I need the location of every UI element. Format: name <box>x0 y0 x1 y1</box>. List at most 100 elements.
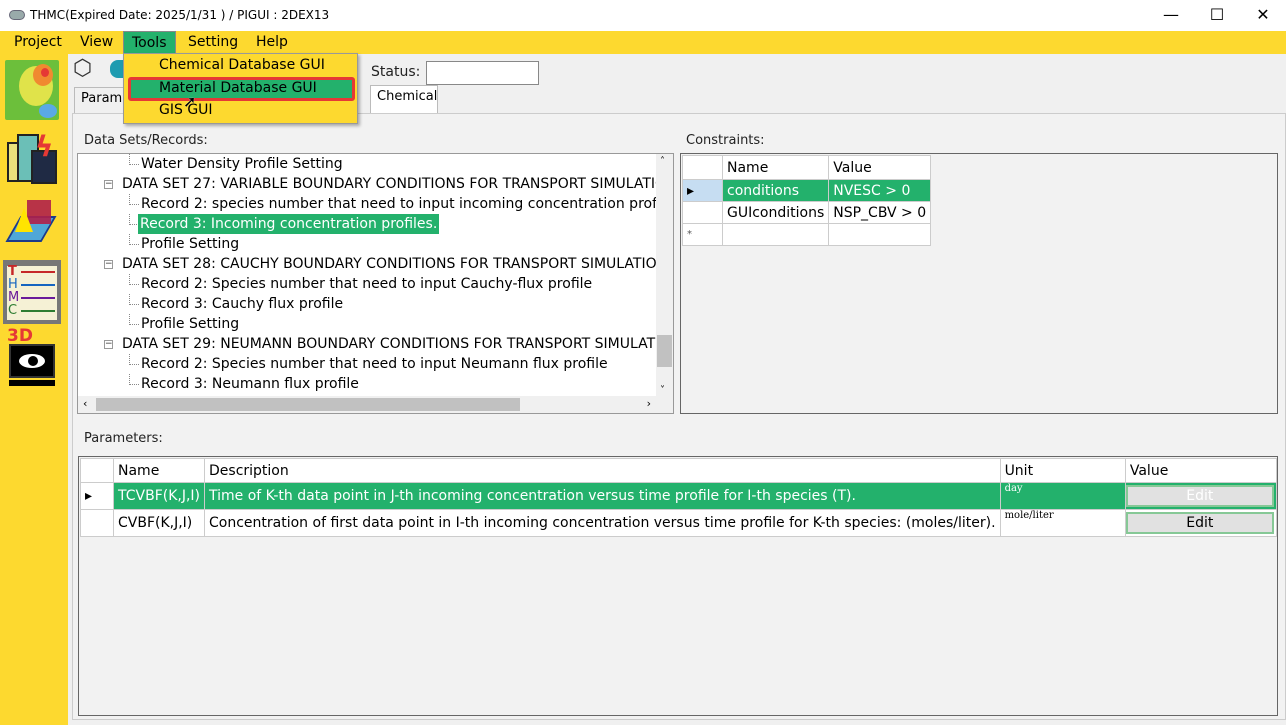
menu-tools[interactable]: Tools <box>123 31 176 54</box>
constraint-name[interactable]: conditions <box>721 179 830 202</box>
maximize-button[interactable]: ☐ <box>1194 4 1240 26</box>
scroll-left-icon[interactable]: ‹ <box>83 397 87 410</box>
tree-node-record[interactable]: Record 3: Incoming concentration profile… <box>138 214 440 234</box>
tree-line <box>129 304 139 305</box>
menu-view[interactable]: View <box>72 31 121 54</box>
tree-line <box>129 204 139 205</box>
column-header-name[interactable]: Name <box>112 458 206 483</box>
tree-node-record[interactable]: Record 3: Neumann flux profile <box>141 374 359 394</box>
horizontal-scrollbar[interactable]: ‹ › <box>78 396 673 413</box>
column-header-unit[interactable]: Unit <box>999 458 1126 483</box>
tree-node-record[interactable]: Record 3: Cauchy flux profile <box>141 294 343 314</box>
menu-project[interactable]: Project <box>6 31 70 54</box>
tree-line <box>129 314 130 325</box>
window-title: THMC(Expired Date: 2025/1/31 ) / PIGUI :… <box>30 8 330 22</box>
menu-bar: Project View Tools Setting Help <box>0 31 1286 54</box>
parameters-label: Parameters: <box>84 431 163 446</box>
edit-button[interactable]: Edit <box>1125 512 1274 534</box>
tree-line <box>129 384 139 385</box>
tab-chemical[interactable]: Chemical <box>370 85 438 114</box>
constraint-value[interactable]: NVESC > 0 <box>828 179 932 202</box>
scrollbar-thumb[interactable] <box>96 398 520 411</box>
constraints-label: Constraints: <box>686 133 765 148</box>
scroll-right-icon[interactable]: › <box>647 397 651 410</box>
param-unit[interactable]: day <box>999 482 1126 510</box>
menu-item-chemical-database-gui[interactable]: Chemical Database GUI <box>159 54 325 76</box>
tree-node-record[interactable]: Profile Setting <box>141 234 239 254</box>
row-header[interactable] <box>80 509 114 537</box>
constraints-grid: Name Value ▸ conditions NVESC > 0 GUIcondit… <box>680 153 1278 414</box>
row-pointer-icon[interactable]: ▸ <box>80 482 114 510</box>
menu-setting[interactable]: Setting <box>180 31 246 54</box>
edit-button[interactable]: Edit <box>1125 485 1274 507</box>
tree-node-record[interactable]: Record 2: Species number that need to in… <box>141 274 592 294</box>
tree-node-record[interactable]: Record 2: species number that need to in… <box>141 194 673 214</box>
mouse-cursor-icon: ➚ <box>183 92 197 111</box>
table-row[interactable]: ▸ conditions NVESC > 0 <box>682 179 932 202</box>
column-header-value[interactable]: Value <box>828 155 932 180</box>
new-row-marker: * <box>682 223 723 246</box>
constraints-table: Name Value ▸ conditions NVESC > 0 GUIcondit… <box>682 155 932 246</box>
app-icon <box>9 10 25 20</box>
row-pointer-icon[interactable]: ▸ <box>682 179 723 202</box>
scroll-down-icon[interactable]: ˅ <box>660 385 665 396</box>
tool-icon[interactable] <box>110 60 124 78</box>
new-row-cell[interactable] <box>721 223 830 246</box>
status-field[interactable] <box>426 61 539 85</box>
tree-node-record[interactable]: Record 2: Species number that need to in… <box>141 354 608 374</box>
tree-line <box>129 324 139 325</box>
tree-node-dataset[interactable]: DATA SET 29: NEUMANN BOUNDARY CONDITIONS… <box>122 334 670 354</box>
constraint-value[interactable]: NSP_CBV > 0 <box>828 201 932 224</box>
mesh-icon[interactable] <box>5 198 59 258</box>
contour-map-icon[interactable] <box>5 60 59 120</box>
scrollbar-thumb[interactable] <box>657 335 672 367</box>
param-description[interactable]: Concentration of first data point in I-t… <box>204 509 1001 537</box>
datasets-label: Data Sets/Records: <box>84 133 208 148</box>
title-bar: THMC(Expired Date: 2025/1/31 ) / PIGUI :… <box>0 0 1286 31</box>
new-row[interactable]: * <box>682 223 932 246</box>
tree-line <box>129 294 130 305</box>
minimize-button[interactable]: — <box>1148 4 1194 26</box>
tree-line <box>129 194 130 205</box>
tree-line <box>129 364 139 365</box>
status-label: Status: <box>371 64 421 80</box>
tree-line <box>129 284 139 285</box>
thmc-sliders-icon[interactable]: T H M C <box>3 260 61 324</box>
table-row[interactable]: CVBF(K,J,I) Concentration of first data p… <box>80 509 1278 537</box>
new-row-cell[interactable] <box>828 223 932 246</box>
database-icon[interactable]: ϟ <box>5 130 59 190</box>
tree-node-record[interactable]: Water Density Profile Setting <box>141 154 343 174</box>
3d-viewer-icon[interactable]: 3D <box>5 326 59 390</box>
table-row[interactable]: ▸ TCVBF(K,J,I) Time of K-th data point in … <box>80 482 1278 510</box>
collapse-toggle-icon[interactable]: − <box>104 340 113 349</box>
tree-line <box>129 154 130 165</box>
vertical-scrollbar[interactable]: ˄ ˅ <box>656 154 673 398</box>
molecule-icon[interactable]: ⬡ <box>73 58 92 80</box>
table-row[interactable]: GUIconditions NSP_CBV > 0 <box>682 201 932 224</box>
tree-line <box>129 354 130 365</box>
param-unit[interactable]: mole/liter <box>999 509 1126 537</box>
collapse-toggle-icon[interactable]: − <box>104 180 113 189</box>
column-header-value[interactable]: Value <box>1124 458 1278 483</box>
tree-line <box>129 244 139 245</box>
scroll-up-icon[interactable]: ˄ <box>660 156 665 167</box>
tools-dropdown-menu: Chemical Database GUI Material Database … <box>123 53 358 124</box>
collapse-toggle-icon[interactable]: − <box>104 260 113 269</box>
tree-line <box>129 214 130 225</box>
tree-node-dataset[interactable]: DATA SET 27: VARIABLE BOUNDARY CONDITION… <box>122 174 666 194</box>
sidebar: ϟ T H M C 3D <box>0 54 68 725</box>
param-description[interactable]: Time of K-th data point in J-th incoming… <box>204 482 1001 510</box>
thmc-letter: C <box>8 303 18 318</box>
constraint-name[interactable]: GUIconditions <box>721 201 830 224</box>
column-header-name[interactable]: Name <box>721 155 830 180</box>
param-name[interactable]: CVBF(K,J,I) <box>112 509 206 537</box>
tree-node-dataset[interactable]: DATA SET 28: CAUCHY BOUNDARY CONDITIONS … <box>122 254 667 274</box>
row-header[interactable] <box>682 201 723 224</box>
param-name[interactable]: TCVBF(K,J,I) <box>112 482 206 510</box>
tree-line <box>129 274 130 285</box>
close-button[interactable]: ✕ <box>1240 4 1286 26</box>
datasets-tree[interactable]: Water Density Profile Setting − DATA SET 2… <box>77 153 674 414</box>
column-header-description[interactable]: Description <box>204 458 1001 483</box>
tree-node-record[interactable]: Profile Setting <box>141 314 239 334</box>
menu-help[interactable]: Help <box>248 31 296 54</box>
